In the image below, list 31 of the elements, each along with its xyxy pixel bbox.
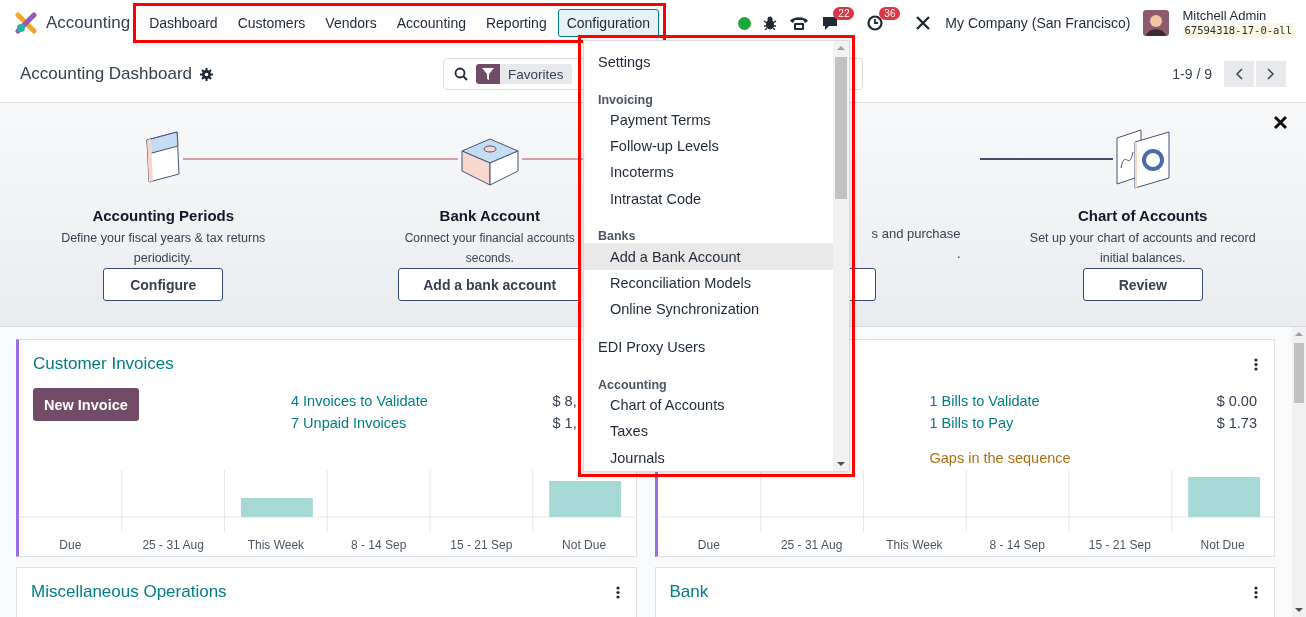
step-title: Bank Account [439, 207, 540, 224]
step-title: Accounting Periods [92, 207, 235, 224]
step-description: Set up your chart of accounts and record initial balances. [1028, 230, 1257, 267]
axis-label: Due [58, 537, 83, 554]
notification-badge: 36 [879, 7, 901, 20]
step-title: Chart of Accounts [1078, 207, 1208, 224]
menu-section-heading: Invoicing [597, 91, 654, 107]
axis-label: 25 - 31 Aug [141, 537, 205, 554]
amount-value: $ 8, [552, 392, 577, 411]
axis-label: This Week [885, 537, 944, 554]
axis-label: Not Due [561, 537, 608, 554]
notification-badge: 22 [833, 7, 855, 20]
database-name: 67594318-17-0-all [1182, 23, 1294, 38]
step-description: . [956, 245, 961, 263]
step-description: s and purchase [871, 225, 961, 243]
amount-value: $ 1.73 [1216, 414, 1257, 433]
menu-section-heading: Banks [597, 228, 637, 244]
axis-label: Due [696, 537, 721, 554]
step-description: Connect your financial accounts seconds. [404, 230, 575, 267]
axis-label: 8 - 14 Sep [349, 537, 408, 554]
axis-label: This Week [246, 537, 306, 554]
menu-section-heading: Accounting [597, 377, 668, 392]
amount-value: $ 1, [552, 414, 577, 433]
axis-label: 8 - 14 Sep [988, 537, 1046, 554]
step-description: Define your fiscal years & tax returns periodicity. [60, 230, 267, 267]
axis-label: Not Due [1199, 537, 1246, 554]
page-title: Accounting Dashboard [20, 64, 192, 84]
amount-value: $ 0.00 [1216, 392, 1257, 411]
axis-label: 15 - 21 Sep [449, 537, 514, 554]
axis-label: 25 - 31 Aug [779, 537, 844, 554]
axis-label: 15 - 21 Sep [1087, 537, 1152, 554]
